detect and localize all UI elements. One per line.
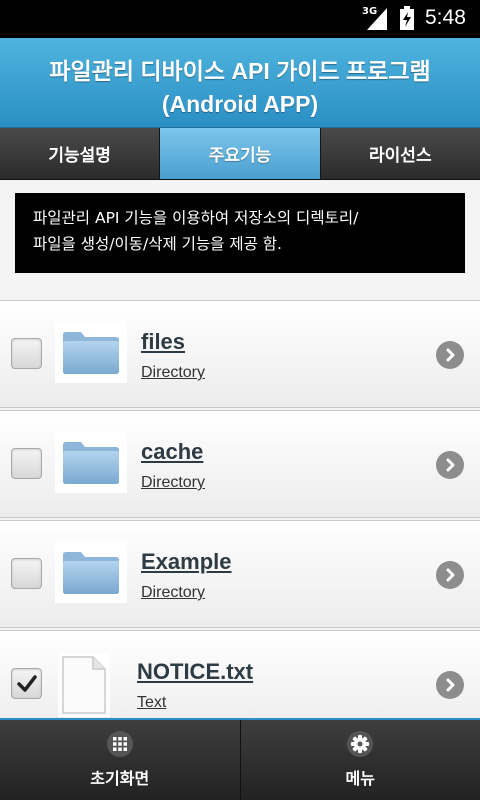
page-subtitle: (Android APP) — [161, 91, 319, 117]
item-name[interactable]: files — [141, 329, 185, 355]
bottom-bar: 초기화면 메뉴 — [0, 718, 480, 800]
list-item[interactable]: Example Directory — [0, 520, 480, 628]
item-checkbox[interactable] — [11, 668, 42, 699]
menu-button[interactable]: 메뉴 — [241, 720, 480, 800]
tab-license[interactable]: 라이선스 — [320, 128, 480, 180]
list-item[interactable]: cache Directory — [0, 410, 480, 518]
item-checkbox[interactable] — [11, 448, 42, 479]
chevron-right-icon[interactable] — [436, 451, 464, 479]
document-icon — [58, 653, 110, 717]
item-name[interactable]: Example — [141, 549, 232, 575]
item-name[interactable]: NOTICE.txt — [137, 659, 253, 685]
page-title: 파일관리 디바이스 API 가이드 프로그램 — [49, 58, 431, 84]
tab-feature-description[interactable]: 기능설명 — [0, 128, 161, 180]
description-box: 파일관리 API 기능을 이용하여 저장소의 디렉토리/ 파일을 생성/이동/삭… — [15, 193, 465, 273]
folder-icon — [55, 541, 127, 603]
folder-icon — [55, 431, 127, 493]
signal-icon — [367, 8, 387, 30]
description-line-1: 파일관리 API 기능을 이용하여 저장소의 디렉토리/ — [33, 209, 359, 227]
home-button-label: 초기화면 — [90, 769, 150, 788]
chevron-right-icon[interactable] — [436, 341, 464, 369]
grid-icon — [106, 731, 133, 757]
item-checkbox[interactable] — [11, 558, 42, 589]
list-item[interactable]: files Directory — [0, 300, 480, 408]
gear-icon — [347, 731, 374, 757]
chevron-right-icon[interactable] — [436, 671, 464, 699]
item-type: Directory — [141, 584, 206, 601]
status-bar: 3G 5:48 — [0, 0, 480, 38]
checkmark-icon — [16, 674, 37, 692]
app-header: 파일관리 디바이스 API 가이드 프로그램 (Android APP) — [0, 38, 480, 128]
battery-icon — [400, 6, 414, 30]
file-list: files Directory cache Directory Example … — [0, 300, 480, 740]
tab-bar: 기능설명 주요기능 라이선스 — [0, 128, 480, 180]
home-button[interactable]: 초기화면 — [0, 720, 241, 800]
tab-main-features[interactable]: 주요기능 — [160, 128, 321, 180]
item-name[interactable]: cache — [141, 439, 203, 465]
clock: 5:48 — [425, 6, 466, 29]
description-line-2: 파일을 생성/이동/삭제 기능을 제공 함. — [33, 235, 282, 253]
item-type: Directory — [141, 474, 206, 491]
item-type: Directory — [141, 364, 206, 381]
menu-button-label: 메뉴 — [345, 769, 375, 788]
chevron-right-icon[interactable] — [436, 561, 464, 589]
item-type: Text — [137, 694, 167, 711]
folder-icon — [55, 321, 127, 383]
item-checkbox[interactable] — [11, 338, 42, 369]
